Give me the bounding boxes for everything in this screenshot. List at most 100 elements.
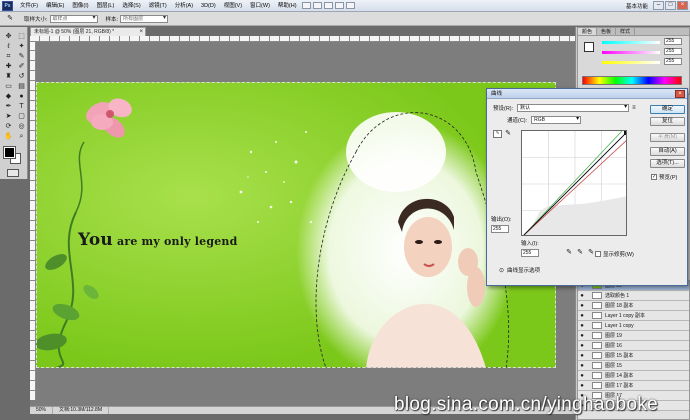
canvas-image[interactable] xyxy=(36,82,556,368)
input-input[interactable]: 255 xyxy=(521,249,539,257)
visibility-eye-icon[interactable]: ● xyxy=(578,293,586,299)
menu-view[interactable]: 视图(V) xyxy=(220,0,246,12)
slider-green-value[interactable]: 255 xyxy=(664,48,682,55)
pencil-tool-icon[interactable]: ✎ xyxy=(504,130,512,138)
visibility-eye-icon[interactable]: ● xyxy=(578,303,586,309)
zoom-tool-icon[interactable]: ⌕ xyxy=(16,132,27,141)
sample-size-select[interactable]: 取样点 xyxy=(49,14,98,23)
menu-select[interactable]: 选择(S) xyxy=(118,0,144,12)
black-point-eyedropper-icon[interactable]: ✎ xyxy=(565,249,573,257)
slider-blue-track[interactable] xyxy=(602,61,660,64)
slider-red-value[interactable]: 255 xyxy=(664,38,682,45)
layer-row[interactable]: ● 选取颜色 1 xyxy=(578,291,689,301)
move-tool-icon[interactable]: ✥ xyxy=(3,32,14,41)
hand-tool-button[interactable] xyxy=(345,2,355,9)
menu-file[interactable]: 文件(F) xyxy=(16,0,42,12)
dialog-close-icon[interactable]: × xyxy=(675,90,685,98)
workspace-switcher[interactable]: 基本功能 xyxy=(626,2,648,10)
reset-button[interactable]: 复位 xyxy=(650,117,685,126)
menu-filter[interactable]: 滤镜(T) xyxy=(145,0,171,12)
zoom-level[interactable]: 50% xyxy=(30,407,54,414)
tab-swatches[interactable]: 色板 xyxy=(597,28,617,35)
color-spectrum[interactable] xyxy=(582,76,682,85)
visibility-eye-icon[interactable]: ● xyxy=(578,353,586,359)
layer-row[interactable]: ● 图层 14 副本 xyxy=(578,371,689,381)
marquee-tool-icon[interactable]: ⬚ xyxy=(16,32,27,41)
smooth-button[interactable]: 平滑(M) xyxy=(650,133,685,142)
tab-color[interactable]: 颜色 xyxy=(578,28,598,35)
shape-tool-icon[interactable]: ▢ xyxy=(16,112,27,121)
slider-blue[interactable]: 255 xyxy=(602,58,687,66)
slider-red[interactable]: 255 xyxy=(602,38,687,46)
foreground-color-swatch[interactable] xyxy=(3,146,16,159)
slider-blue-value[interactable]: 255 xyxy=(664,58,682,65)
display-options-label[interactable]: 曲线显示选项 xyxy=(507,266,540,274)
eyedropper-icon[interactable]: ✎ xyxy=(4,14,16,24)
visibility-eye-icon[interactable]: ● xyxy=(578,343,586,349)
expand-chevron-icon[interactable]: ⊙ xyxy=(499,267,504,274)
menu-analysis[interactable]: 分析(A) xyxy=(171,0,197,12)
healing-tool-icon[interactable]: ✚ xyxy=(3,62,14,71)
slider-green-track[interactable] xyxy=(602,51,660,54)
sample-select[interactable]: 所有图层 xyxy=(120,14,169,23)
layer-row[interactable]: ● 图层 17 副本 xyxy=(578,381,689,391)
ok-button[interactable]: 确定 xyxy=(650,105,685,114)
menu-help[interactable]: 帮助(H) xyxy=(274,0,301,12)
blur-tool-icon[interactable]: ◆ xyxy=(3,92,14,101)
quick-mask-button[interactable] xyxy=(7,169,19,177)
menu-layer[interactable]: 图层(L) xyxy=(93,0,119,12)
launch-minibridge-button[interactable] xyxy=(312,2,322,9)
color-panel-foreground[interactable] xyxy=(584,42,594,52)
menu-3d[interactable]: 3D(D) xyxy=(197,0,220,12)
menu-edit[interactable]: 编辑(E) xyxy=(42,0,68,12)
layer-row[interactable]: ● Layer 1 copy xyxy=(578,321,689,331)
preset-select[interactable]: 默认 xyxy=(517,104,630,112)
layer-row[interactable]: ● 图层 19 xyxy=(578,331,689,341)
close-button[interactable]: × xyxy=(677,1,688,10)
dodge-tool-icon[interactable]: ● xyxy=(16,92,27,101)
history-brush-icon[interactable]: ↺ xyxy=(16,72,27,81)
layer-row[interactable]: ● Layer 1 copy 副本 xyxy=(578,311,689,321)
launch-bridge-button[interactable] xyxy=(301,2,311,9)
gradient-tool-icon[interactable]: ▤ xyxy=(16,82,27,91)
visibility-eye-icon[interactable]: ● xyxy=(578,373,586,379)
stamp-tool-icon[interactable]: ♜ xyxy=(3,72,14,81)
crop-tool-icon[interactable]: ⌗ xyxy=(3,52,14,61)
curve-graph[interactable] xyxy=(521,130,627,236)
view-extras-button[interactable] xyxy=(323,2,333,9)
zoom-level-button[interactable] xyxy=(334,2,344,9)
layer-row[interactable]: ● 图层 15 副本 xyxy=(578,351,689,361)
layer-row[interactable]: ● 图层 15 xyxy=(578,361,689,371)
slider-green[interactable]: 255 xyxy=(602,48,687,56)
eyedropper-tool-icon[interactable]: ✎ xyxy=(16,52,27,61)
type-tool-icon[interactable]: T xyxy=(16,102,27,111)
hand-tool-icon[interactable]: ✋ xyxy=(3,132,14,141)
visibility-eye-icon[interactable]: ● xyxy=(578,383,586,389)
tab-styles[interactable]: 样式 xyxy=(616,28,636,35)
pen-tool-icon[interactable]: ✒ xyxy=(3,102,14,111)
quick-select-tool-icon[interactable]: ✦ xyxy=(16,42,27,51)
options-button[interactable]: 选项(T)... xyxy=(650,159,685,168)
channel-select[interactable]: RGB xyxy=(531,116,582,124)
auto-button[interactable]: 自动(A) xyxy=(650,147,685,156)
visibility-eye-icon[interactable]: ● xyxy=(578,363,586,369)
document-tab[interactable]: 未标题-1 @ 50% (图层 21, RGB/8) * × xyxy=(30,27,146,36)
curve-point-tool-icon[interactable]: ∿ xyxy=(493,130,502,138)
show-clipping-checkbox[interactable] xyxy=(595,251,601,257)
layer-row[interactable]: ● 图层 16 xyxy=(578,341,689,351)
visibility-eye-icon[interactable]: ● xyxy=(578,333,586,339)
preset-menu-icon[interactable]: ≡ xyxy=(632,105,636,111)
white-point-eyedropper-icon[interactable]: ✎ xyxy=(587,249,595,257)
menu-window[interactable]: 窗口(W) xyxy=(246,0,274,12)
dialog-titlebar[interactable]: 曲线 × xyxy=(487,89,687,99)
path-select-icon[interactable]: ➤ xyxy=(3,112,14,121)
output-input[interactable]: 255 xyxy=(491,225,509,233)
3d-rotate-icon[interactable]: ⟳ xyxy=(3,122,14,131)
brush-tool-icon[interactable]: ✐ xyxy=(16,62,27,71)
eraser-tool-icon[interactable]: ▭ xyxy=(3,82,14,91)
layer-row[interactable]: ● 图层 18 副本 xyxy=(578,301,689,311)
menu-image[interactable]: 图像(I) xyxy=(68,0,92,12)
maximize-button[interactable]: □ xyxy=(665,1,676,10)
slider-red-track[interactable] xyxy=(602,41,660,44)
gray-point-eyedropper-icon[interactable]: ✎ xyxy=(576,249,584,257)
